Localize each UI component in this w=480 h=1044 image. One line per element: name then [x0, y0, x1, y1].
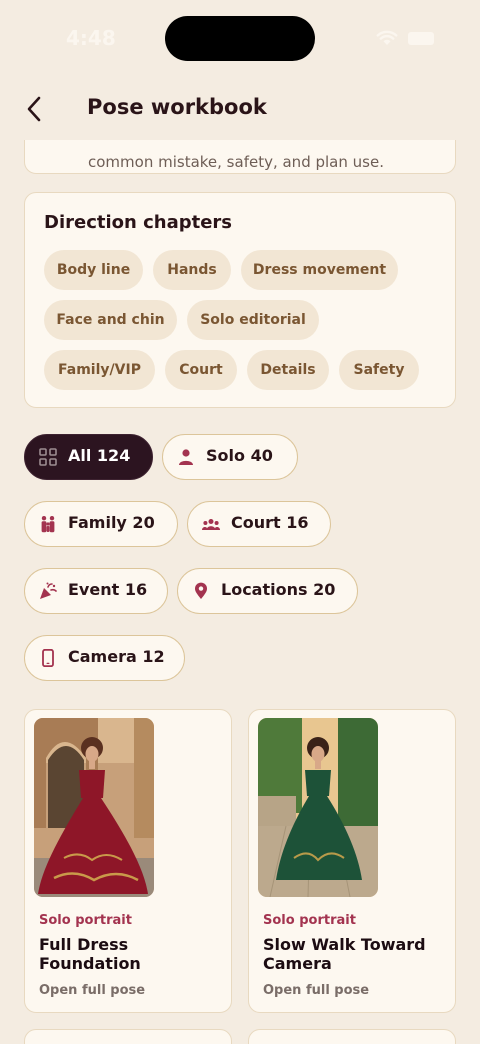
chapter-safety[interactable]: Safety: [339, 350, 419, 390]
grid-icon: [39, 448, 57, 466]
chapter-details[interactable]: Details: [247, 350, 329, 390]
filter-all-label: All 124: [68, 446, 131, 465]
filter-court-label: Court 16: [231, 513, 309, 532]
pose-card[interactable]: Solo portrait Slow Walk Toward Camera Op…: [248, 709, 456, 1013]
filter-locations[interactable]: Locations 20: [177, 568, 358, 614]
person-icon: [179, 449, 193, 465]
pose-photo: [34, 718, 154, 897]
family-icon: [41, 516, 55, 533]
filter-solo-label: Solo 40: [206, 446, 273, 465]
open-pose-link[interactable]: Open full pose: [39, 983, 145, 998]
party-popper-icon: [40, 582, 57, 599]
status-bar: 4:48: [0, 0, 480, 80]
location-pin-icon: [195, 582, 207, 599]
pose-category: Solo portrait: [263, 913, 356, 928]
pose-photo: [258, 718, 378, 897]
page-title: Pose workbook: [87, 95, 267, 119]
chapters-title: Direction chapters: [44, 212, 233, 233]
phone-camera-icon: [42, 649, 54, 667]
chapter-hands[interactable]: Hands: [153, 250, 231, 290]
dynamic-island: [165, 16, 315, 61]
pose-title: Full Dress Foundation: [39, 935, 141, 973]
filter-event[interactable]: Event 16: [24, 568, 168, 614]
chevron-left-icon: [27, 96, 41, 122]
wifi-icon: [376, 30, 398, 45]
battery-icon: [408, 32, 434, 45]
group-icon: [202, 519, 220, 530]
intro-text: common mistake, safety, and plan use.: [88, 153, 384, 171]
filter-court[interactable]: Court 16: [187, 501, 331, 547]
chapter-family-vip[interactable]: Family/VIP: [44, 350, 155, 390]
chapter-court[interactable]: Court: [165, 350, 237, 390]
filter-locations-label: Locations 20: [221, 580, 336, 599]
filter-event-label: Event 16: [68, 580, 148, 599]
direction-chapters-card: Direction chapters Body line Hands Dress…: [24, 192, 456, 408]
pose-card-partial[interactable]: [248, 1029, 456, 1044]
pose-category: Solo portrait: [39, 913, 132, 928]
chapter-solo-editorial[interactable]: Solo editorial: [187, 300, 319, 340]
filter-solo[interactable]: Solo 40: [162, 434, 298, 480]
back-button[interactable]: [22, 92, 50, 126]
filter-camera-label: Camera 12: [68, 647, 165, 666]
chapter-face-and-chin[interactable]: Face and chin: [44, 300, 177, 340]
pose-card-partial[interactable]: [24, 1029, 232, 1044]
filter-family-label: Family 20: [68, 513, 155, 532]
status-time: 4:48: [66, 26, 116, 50]
top-nav: Pose workbook: [0, 80, 480, 140]
intro-card: common mistake, safety, and plan use.: [24, 140, 456, 174]
pose-card[interactable]: Solo portrait Full Dress Foundation Open…: [24, 709, 232, 1013]
open-pose-link[interactable]: Open full pose: [263, 983, 369, 998]
filter-camera[interactable]: Camera 12: [24, 635, 185, 681]
content-scroll[interactable]: common mistake, safety, and plan use. Di…: [0, 140, 480, 1044]
filter-all[interactable]: All 124: [24, 434, 153, 480]
chapter-dress-movement[interactable]: Dress movement: [241, 250, 398, 290]
pose-title: Slow Walk Toward Camera: [263, 935, 426, 973]
chapter-body-line[interactable]: Body line: [44, 250, 143, 290]
filter-family[interactable]: Family 20: [24, 501, 178, 547]
